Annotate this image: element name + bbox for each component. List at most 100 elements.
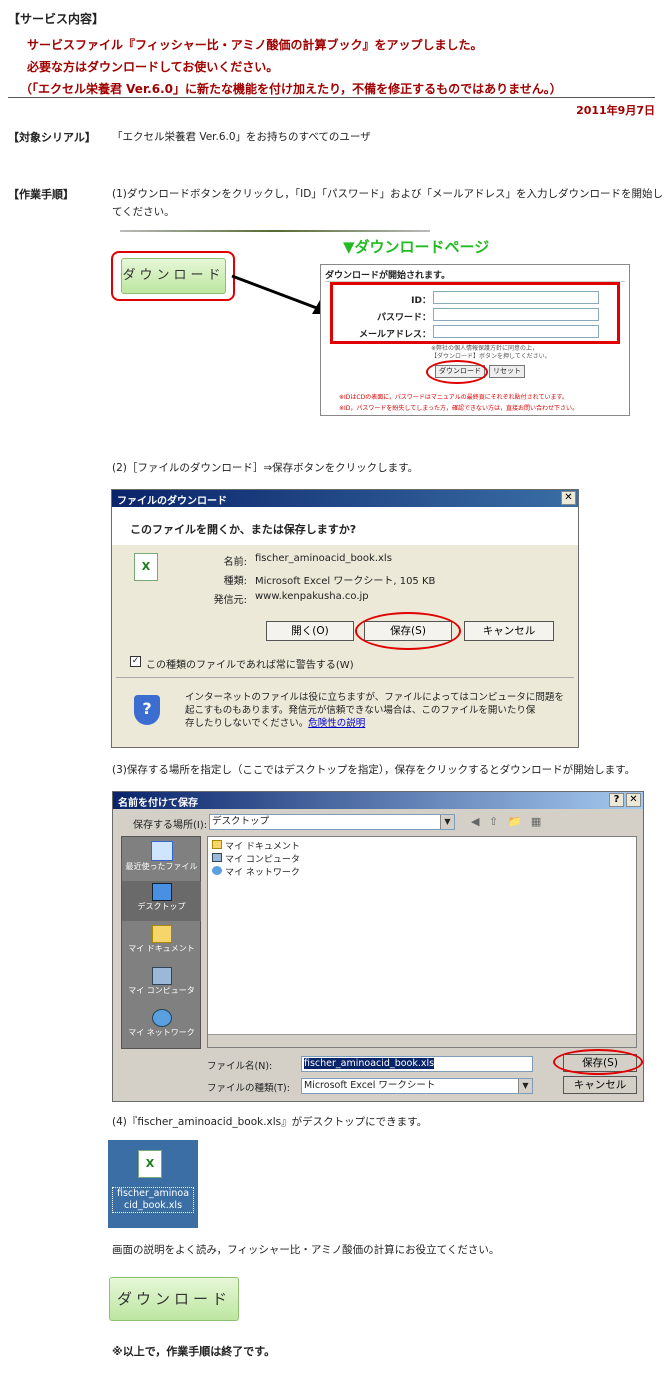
- chevron-down-icon[interactable]: ▼: [440, 815, 454, 829]
- service-line3: （「エクセル栄養君 Ver.6.0」に新たな機能を付け加えたり，不備を修正するも…: [20, 82, 562, 96]
- download-page-title: ▼ダウンロードページ: [343, 238, 490, 256]
- recent-icon: [150, 841, 173, 861]
- saveas-titlebar: 名前を付けて保存 ? ✕: [113, 792, 643, 809]
- dl-button-highlight: [426, 360, 488, 384]
- step2-text: (2)［ファイルのダウンロード］⇒保存ボタンをクリックします。: [112, 462, 419, 474]
- shield-icon: ?: [134, 695, 160, 725]
- desktop-file-label-line1: fischer_aminoa: [116, 1188, 190, 1199]
- chevron-down-icon[interactable]: ▼: [518, 1079, 532, 1093]
- from-value: www.kenpakusha.co.jp: [255, 591, 369, 602]
- desktop-icon: [151, 883, 172, 901]
- computer-icon: [212, 853, 222, 862]
- place-network[interactable]: マイ ネットワーク: [122, 1007, 201, 1047]
- close-icon[interactable]: ✕: [561, 491, 576, 505]
- toolbar-icons[interactable]: ◀ ⇧ 📁 ▦: [471, 815, 544, 828]
- form-highlight-box: [330, 282, 620, 344]
- cancel-button[interactable]: キャンセル: [464, 621, 554, 641]
- filename-input[interactable]: fischer_aminoacid_book.xls: [301, 1056, 533, 1072]
- place-mycomputer-label: マイ コンピュータ: [128, 986, 195, 995]
- risk-link[interactable]: 危険性の説明: [308, 718, 365, 729]
- step4-text: (4)『fischer_aminoacid_book.xls』がデスクトップにで…: [112, 1116, 428, 1128]
- filetype-select[interactable]: Microsoft Excel ワークシート ▼: [301, 1078, 533, 1094]
- location-select[interactable]: デスクトップ ▼: [209, 814, 455, 830]
- dl-header: ダウンロードが開始されます。: [325, 271, 451, 281]
- warn-checkbox[interactable]: ✓: [130, 656, 141, 667]
- name-value: fischer_aminoacid_book.xls: [255, 553, 392, 564]
- desktop-file-label-line2: cid_book.xls: [123, 1200, 183, 1211]
- dl-warn1: ※IDはCDの表面に，パスワードはマニュアルの最終頁にそれぞれ貼付されています。: [339, 394, 568, 401]
- help-icon[interactable]: ?: [609, 793, 624, 807]
- service-heading: 【サービス内容】: [8, 12, 105, 26]
- place-mydocs-label: マイ ドキュメント: [128, 944, 195, 953]
- filename-value: fischer_aminoacid_book.xls: [304, 1058, 435, 1069]
- saveas-title: 名前を付けて保存: [118, 798, 198, 809]
- save-highlight: [355, 612, 461, 650]
- file-list[interactable]: マイ ドキュメント マイ コンピュータ マイ ネットワーク: [207, 836, 637, 1048]
- folder-icon: [151, 925, 172, 943]
- target-text: 「エクセル栄養君 Ver.6.0」をお持ちのすべてのユーザ: [112, 131, 371, 143]
- type-label: 種類:: [223, 576, 247, 587]
- save-as-dialog: 名前を付けて保存 ? ✕ 保存する場所(I): デスクトップ ▼ ◀ ⇧ 📁 ▦ …: [112, 791, 644, 1102]
- file-item-mydocs[interactable]: マイ ドキュメント: [212, 839, 300, 852]
- filename-label: ファイル名(N):: [207, 1061, 273, 1072]
- name-label: 名前:: [223, 557, 247, 568]
- place-mydocs[interactable]: マイ ドキュメント: [122, 923, 201, 963]
- warning-line2: 起こすものもあります。発信元が信頼できない場合は、このファイルを開いたり保: [185, 705, 536, 716]
- places-bar: 最近使ったファイル デスクトップ マイ ドキュメント マイ コンピュータ マイ …: [121, 836, 201, 1049]
- warning-line3: 存したりしないでください。: [185, 718, 309, 729]
- dl-warn2: ※ID，パスワードを紛失してしまった方，確認できない方は，直接お問い合わせ下さい…: [339, 405, 578, 412]
- download-button-example[interactable]: ダウンロード: [121, 258, 226, 294]
- filetype-label: ファイルの種類(T):: [207, 1083, 290, 1094]
- excel-file-icon: X: [134, 553, 158, 581]
- target-label: 【対象シリアル】: [8, 131, 96, 144]
- dl-note2: 【ダウンロード】ボタンを押してください。: [431, 353, 551, 360]
- file-item-label: マイ ドキュメント: [225, 842, 300, 852]
- divider: [8, 97, 655, 98]
- folder-icon: [212, 840, 222, 849]
- type-value: Microsoft Excel ワークシート, 105 KB: [255, 576, 436, 587]
- warning-line1: インターネットのファイルは役に立ちますが、ファイルによってはコンピュータに問題を: [185, 692, 564, 703]
- place-mycomputer[interactable]: マイ コンピュータ: [122, 965, 201, 1005]
- excel-file-icon[interactable]: X: [138, 1150, 162, 1178]
- closing-text: 画面の説明をよく読み，フィッシャー比・アミノ酸価の計算にお役立てください。: [112, 1244, 500, 1256]
- desktop-preview: X fischer_aminoa cid_book.xls: [108, 1140, 198, 1228]
- saveas-save-highlight: [553, 1049, 643, 1075]
- place-recent[interactable]: 最近使ったファイル: [122, 837, 201, 883]
- service-line1: サービスファイル『フィッシャー比・アミノ酸価の計算ブック』をアップしました。: [27, 38, 483, 52]
- dialog-titlebar: ファイルのダウンロード ✕: [112, 490, 578, 507]
- desktop-file-label[interactable]: fischer_aminoa cid_book.xls: [112, 1187, 194, 1213]
- filetype-value: Microsoft Excel ワークシート: [304, 1080, 436, 1091]
- open-button[interactable]: 開く(O): [266, 621, 354, 641]
- warn-checkbox-label: この種類のファイルであれば常に警告する(W): [146, 660, 354, 671]
- publish-date: 2011年9月7日: [576, 104, 655, 117]
- end-note: ※以上で，作業手順は終了です。: [112, 1345, 276, 1358]
- step3-text: (3)保存する場所を指定し（ここではデスクトップを指定），保存をクリックするとダ…: [112, 764, 636, 776]
- step1-text-b: てください。: [112, 206, 175, 218]
- network-icon: [151, 1009, 172, 1027]
- place-network-label: マイ ネットワーク: [128, 1028, 195, 1037]
- close-icon[interactable]: ✕: [626, 793, 641, 807]
- from-label: 発信元:: [213, 595, 247, 606]
- file-item-mycomputer[interactable]: マイ コンピュータ: [212, 852, 300, 865]
- file-item-label: マイ ネットワーク: [225, 868, 300, 878]
- download-button[interactable]: ダウンロード: [109, 1277, 239, 1321]
- place-recent-label: 最近使ったファイル: [125, 862, 198, 871]
- location-label: 保存する場所(I):: [133, 820, 208, 831]
- steps-label: 【作業手順】: [8, 188, 74, 201]
- service-line2: 必要な方はダウンロードしてお使いください。: [27, 60, 279, 74]
- dialog-question: このファイルを開くか、または保存しますか?: [130, 523, 357, 536]
- dl-form-reset-button[interactable]: リセット: [489, 365, 525, 378]
- file-download-dialog: ファイルのダウンロード ✕ このファイルを開くか、または保存しますか? X 名前…: [111, 489, 579, 748]
- horizontal-scrollbar[interactable]: [208, 1034, 636, 1047]
- location-value: デスクトップ: [212, 816, 270, 827]
- file-item-label: マイ コンピュータ: [225, 855, 300, 865]
- warning-line3-wrap: 存したりしないでください。危険性の説明: [185, 715, 365, 729]
- saveas-cancel-button[interactable]: キャンセル: [563, 1076, 637, 1094]
- computer-icon: [151, 967, 172, 985]
- file-item-network[interactable]: マイ ネットワーク: [212, 865, 300, 878]
- illustration-rule: [120, 230, 430, 232]
- place-desktop[interactable]: デスクトップ: [122, 881, 201, 921]
- step1-text-a: (1)ダウンロードボタンをクリックし，「ID」「パスワード」および「メールアドレ…: [112, 188, 664, 200]
- dialog-title: ファイルのダウンロード: [117, 496, 227, 507]
- place-desktop-label: デスクトップ: [137, 902, 186, 911]
